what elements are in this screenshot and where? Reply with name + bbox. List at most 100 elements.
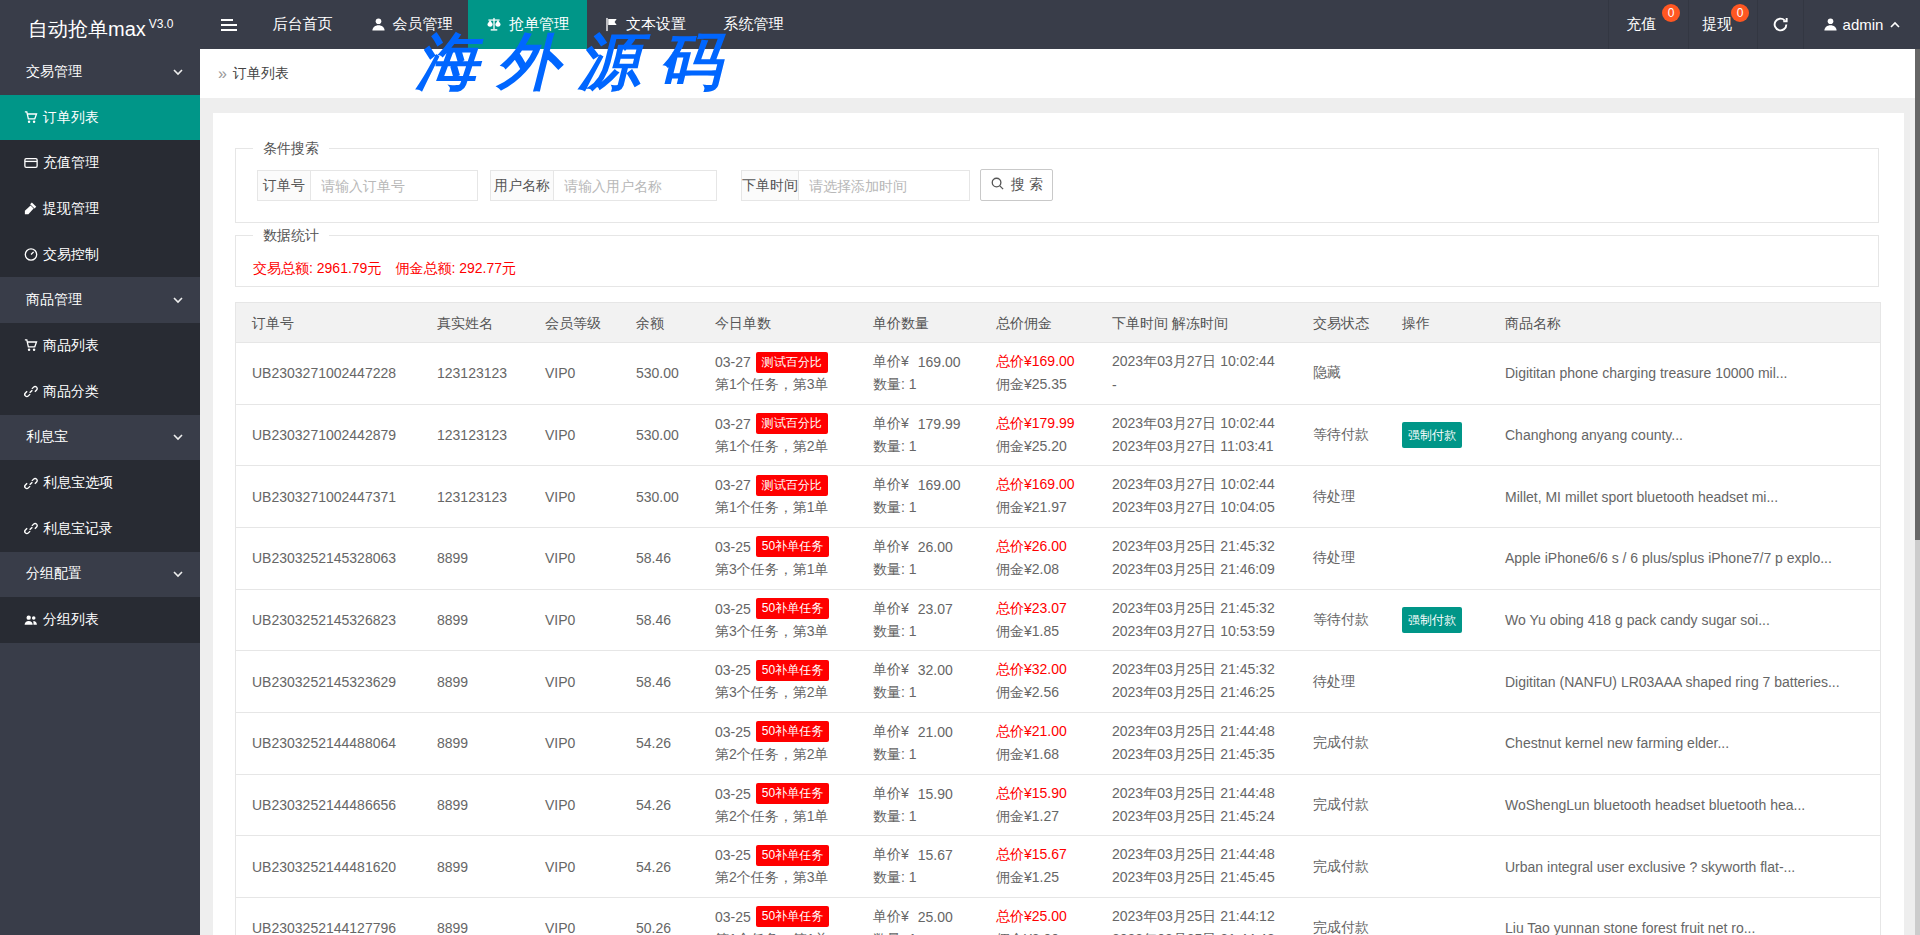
- page-scrollbar[interactable]: [1915, 49, 1920, 935]
- order-date: 03-27: [715, 477, 751, 493]
- column-header-1: 真实姓名: [437, 315, 493, 333]
- task-badge: 50补单任务: [756, 845, 829, 866]
- unfreeze-time: 2023年03月27日 10:53:59: [1112, 622, 1275, 642]
- unit-price: 单价¥32.00: [873, 659, 953, 681]
- today-orders-line1: 03-2550补单任务: [715, 906, 829, 928]
- sidebar-group-interest-treasure[interactable]: 利息宝: [0, 415, 200, 461]
- order-number: UB2303252144488064: [252, 713, 396, 774]
- task-progress: 第3个任务，第1单: [715, 560, 829, 580]
- sidebar-item-label: 充值管理: [43, 154, 99, 172]
- sidebar-item-group-list[interactable]: 分组列表: [0, 597, 200, 643]
- total-price: 总价¥32.00: [996, 659, 1067, 681]
- order-time: 2023年03月25日 21:44:48: [1112, 783, 1275, 805]
- task-progress: 第1个任务，第1单: [715, 930, 829, 935]
- trade-status: 完成付款: [1313, 898, 1369, 935]
- sidebar-item-trade-control[interactable]: 交易控制: [0, 232, 200, 278]
- real-name: 8899: [437, 836, 468, 897]
- recharge-menu-item[interactable]: 充值0: [1608, 0, 1688, 49]
- chevron-down-icon: [172, 568, 184, 580]
- menu-toggle-icon[interactable]: [212, 0, 245, 49]
- commission: 佣金¥25.20: [996, 437, 1067, 457]
- sidebar-item-label: 提现管理: [43, 200, 99, 218]
- withdraw-menu-item[interactable]: 提现0: [1688, 0, 1757, 49]
- total-price: 总价¥169.00: [996, 351, 1075, 373]
- vip-level: VIP0: [545, 528, 575, 589]
- order-no-input[interactable]: [311, 171, 477, 200]
- task-badge: 测试百分比: [756, 413, 828, 434]
- order-number: UB2303271002447371: [252, 466, 396, 527]
- real-name: 8899: [437, 590, 468, 651]
- search-button[interactable]: 搜 索: [980, 169, 1053, 201]
- app-version: V3.0: [149, 17, 174, 31]
- quantity: 数量: 1: [873, 375, 917, 395]
- balance: 58.46: [636, 651, 671, 712]
- order-time: 2023年03月25日 21:44:12: [1112, 906, 1275, 928]
- admin-user-menu[interactable]: admin: [1803, 0, 1920, 49]
- order-time: 2023年03月27日 10:02:44: [1112, 474, 1275, 496]
- total-price: 总价¥169.00: [996, 474, 1075, 496]
- sidebar-group-product-management[interactable]: 商品管理: [0, 277, 200, 323]
- real-name: 8899: [437, 898, 468, 935]
- table-row: UB2303271002447371123123123VIP0530.0003-…: [236, 466, 1880, 528]
- sidebar-item-product-category[interactable]: 商品分类: [0, 369, 200, 415]
- real-name: 123123123: [437, 466, 507, 527]
- commission: 佣金¥25.35: [996, 375, 1067, 395]
- sidebar-item-withdraw-management[interactable]: 提现管理: [0, 186, 200, 232]
- users-icon: [24, 613, 38, 627]
- order-time: 2023年03月27日 10:02:44: [1112, 351, 1275, 373]
- total-price: 总价¥21.00: [996, 721, 1067, 743]
- search-field-label: 用户名称: [491, 171, 554, 200]
- scrollbar-thumb[interactable]: [1915, 49, 1920, 540]
- quantity: 数量: 1: [873, 560, 917, 580]
- unit-price: 单价¥15.90: [873, 783, 953, 805]
- column-header-7: 下单时间 解冻时间: [1112, 315, 1228, 333]
- today-orders-line1: 03-2550补单任务: [715, 598, 829, 620]
- commission: 佣金¥1.68: [996, 745, 1059, 765]
- commission: 佣金¥1.25: [996, 868, 1059, 888]
- product-name: Millet, MI millet sport bluetooth headse…: [1505, 466, 1778, 527]
- order-time-input[interactable]: [799, 171, 969, 200]
- column-header-0: 订单号: [252, 315, 294, 333]
- trade-status: 完成付款: [1313, 713, 1369, 774]
- force-pay-button[interactable]: 强制付款: [1402, 607, 1462, 633]
- sidebar-item-interest-records[interactable]: 利息宝记录: [0, 506, 200, 552]
- order-number: UB2303252144127796: [252, 898, 396, 935]
- total-price: 总价¥15.90: [996, 783, 1067, 805]
- quantity: 数量: 1: [873, 437, 917, 457]
- unit-price: 单价¥26.00: [873, 536, 953, 558]
- sidebar-group-trade-management[interactable]: 交易管理: [0, 49, 200, 95]
- table-row: UB2303271002447228123123123VIP0530.0003-…: [236, 343, 1880, 405]
- inner-scrollbar-track[interactable]: [1904, 98, 1915, 935]
- app-logo: 自动抢单maxV3.0: [28, 0, 173, 49]
- vip-level: VIP0: [545, 466, 575, 527]
- unfreeze-time: 2023年03月25日 21:45:35: [1112, 745, 1275, 765]
- column-header-5: 单价数量: [873, 315, 929, 333]
- sidebar-item-order-list[interactable]: 订单列表: [0, 95, 200, 141]
- quantity: 数量: 1: [873, 683, 917, 703]
- order-date: 03-27: [715, 354, 751, 370]
- column-header-9: 操作: [1402, 315, 1430, 333]
- nav-item-home[interactable]: 后台首页: [253, 0, 352, 49]
- sidebar-item-interest-options[interactable]: 利息宝选项: [0, 460, 200, 506]
- sidebar-group-group-config[interactable]: 分组配置: [0, 552, 200, 598]
- real-name: 8899: [437, 528, 468, 589]
- unfreeze-time: 2023年03月25日 21:44:48: [1112, 930, 1275, 935]
- orders-table: 订单号真实姓名会员等级余额今日单数单价数量总价佣金下单时间 解冻时间交易状态操作…: [235, 302, 1881, 935]
- username-input[interactable]: [554, 171, 716, 200]
- sidebar-item-product-list[interactable]: 商品列表: [0, 323, 200, 369]
- task-progress: 第3个任务，第3单: [715, 622, 829, 642]
- admin-username: admin: [1843, 16, 1884, 33]
- order-number: UB2303252145323629: [252, 651, 396, 712]
- vip-level: VIP0: [545, 898, 575, 935]
- order-date: 03-25: [715, 601, 751, 617]
- sidebar-group-label: 交易管理: [26, 63, 82, 81]
- column-header-6: 总价佣金: [996, 315, 1052, 333]
- sidebar-item-recharge-management[interactable]: 充值管理: [0, 140, 200, 186]
- commission: 佣金¥1.27: [996, 807, 1059, 827]
- unfreeze-time: -: [1112, 375, 1117, 395]
- chevron-down-icon: [172, 431, 184, 443]
- refresh-button[interactable]: [1757, 0, 1803, 49]
- balance: 54.26: [636, 836, 671, 897]
- force-pay-button[interactable]: 强制付款: [1402, 422, 1462, 448]
- sidebar: 交易管理订单列表充值管理提现管理交易控制商品管理商品列表商品分类利息宝利息宝选项…: [0, 49, 200, 935]
